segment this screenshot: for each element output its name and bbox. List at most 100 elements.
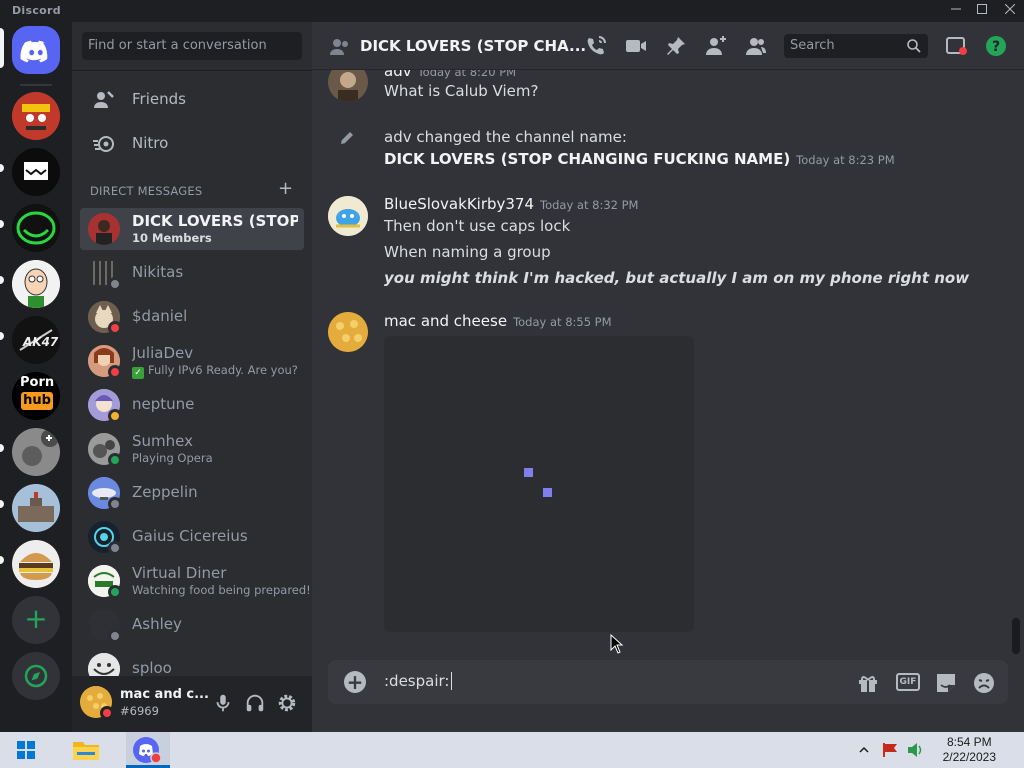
nitro-icon: [93, 136, 114, 152]
group-dm-icon: [330, 39, 348, 55]
dm-item-neptune[interactable]: neptune: [80, 384, 304, 426]
search-input[interactable]: Search: [784, 34, 928, 58]
maximize-button[interactable]: [968, 0, 996, 22]
close-button[interactable]: [996, 0, 1024, 22]
message-author[interactable]: adv Today at 8:20 PM: [384, 70, 516, 80]
status-offline-indicator: [108, 541, 122, 555]
volume-icon[interactable]: [906, 742, 924, 758]
user-tag: #6969: [120, 704, 159, 718]
message-input[interactable]: :despair:: [384, 672, 453, 690]
file-explorer-button[interactable]: [64, 732, 108, 768]
message-scrollbar[interactable]: [1012, 618, 1020, 654]
server-icon-7[interactable]: [12, 428, 60, 476]
server-icon-6[interactable]: Porn hub: [12, 372, 60, 420]
loading-spinner-dot: [543, 488, 552, 497]
minimize-button[interactable]: [942, 0, 970, 22]
dm-item-ashley[interactable]: Ashley: [80, 604, 304, 646]
dm-name: Ashley: [132, 615, 182, 633]
friends-icon: [94, 91, 114, 108]
channel-title[interactable]: DICK LOVERS (STOP CHA...: [360, 37, 586, 55]
nitro-nav-item[interactable]: Nitro: [80, 122, 304, 164]
emoji-button[interactable]: [972, 671, 996, 695]
add-server-button[interactable]: +: [12, 596, 60, 644]
sticker-button[interactable]: [934, 671, 958, 695]
gift-icon: [859, 676, 877, 692]
help-icon: ?: [986, 36, 1006, 56]
inbox-icon: [946, 37, 967, 55]
unread-indicator: [0, 500, 4, 508]
video-call-button[interactable]: [624, 34, 648, 58]
direct-messages-header: DIRECT MESSAGES: [90, 184, 203, 198]
dm-name: JuliaDev: [132, 344, 194, 362]
inbox-button[interactable]: [944, 34, 968, 58]
dm-item-daniel[interactable]: $daniel: [80, 296, 304, 338]
dm-item-virtual-diner[interactable]: Virtual Diner Watching food being prepar…: [80, 560, 311, 602]
dm-item-juliadev[interactable]: JuliaDev ✓ Fully IPv6 Ready. Are you?: [80, 340, 304, 382]
explore-servers-button[interactable]: [12, 652, 60, 700]
friends-nav-item[interactable]: Friends: [80, 78, 304, 120]
discord-taskbar-icon: [133, 737, 162, 764]
upload-button[interactable]: +: [344, 671, 366, 693]
home-button[interactable]: [12, 26, 60, 74]
help-button[interactable]: ?: [984, 34, 1008, 58]
server-icon-9[interactable]: [12, 540, 60, 588]
unread-indicator: [0, 276, 4, 284]
message-author[interactable]: BlueSlovakKirby374 Today at 8:32 PM: [384, 195, 638, 213]
avatar[interactable]: [328, 312, 368, 352]
dm-name: Zeppelin: [132, 483, 198, 501]
gif-button[interactable]: GIF: [896, 673, 920, 691]
message-timestamp: Today at 8:32 PM: [540, 198, 639, 212]
status-dnd-indicator: [108, 321, 122, 335]
server-icon-8[interactable]: [12, 484, 60, 532]
dm-item-nikitas[interactable]: Nikitas: [80, 252, 304, 294]
server-icon-2[interactable]: [12, 148, 60, 196]
server-icon-3[interactable]: [12, 204, 60, 252]
status-online-indicator: [108, 585, 122, 599]
discord-taskbar-button[interactable]: [126, 732, 170, 768]
message-content: What is Calub Viem?: [384, 82, 539, 100]
start-button[interactable]: [4, 732, 48, 768]
image-attachment-placeholder[interactable]: [384, 336, 694, 632]
discord-tray-flag-icon[interactable]: [882, 742, 900, 758]
voice-call-button[interactable]: [584, 34, 608, 58]
member-list-button[interactable]: [744, 34, 768, 58]
emoji-icon: [974, 673, 994, 693]
dm-item-zeppelin[interactable]: Zeppelin: [80, 472, 304, 514]
dm-name: $daniel: [132, 307, 188, 325]
server-icon-1[interactable]: [12, 92, 60, 140]
chat-area: DICK LOVERS (STOP CHA... Search ? adv To…: [312, 22, 1024, 732]
selected-indicator: [0, 28, 4, 68]
message-author[interactable]: mac and cheese Today at 8:55 PM: [384, 312, 612, 330]
dm-item-gaius[interactable]: Gaius Cicereius: [80, 516, 304, 558]
svg-text:?: ?: [992, 39, 1000, 55]
add-friends-button[interactable]: [704, 34, 728, 58]
message-timestamp: Today at 8:20 PM: [417, 70, 517, 79]
user-settings-button[interactable]: [276, 692, 298, 714]
server-icon-4[interactable]: [12, 260, 60, 308]
svg-text:AK47: AK47: [22, 335, 59, 349]
settings-gear-icon: [278, 694, 296, 712]
plus-icon: +: [346, 670, 364, 694]
message-content: Then don't use caps lock: [384, 217, 571, 235]
dm-name: Sumhex: [132, 432, 193, 450]
mute-button[interactable]: [212, 692, 234, 714]
find-conversation-button[interactable]: Find or start a conversation: [82, 32, 302, 60]
grey-photo-icon: [12, 428, 60, 476]
server-icon-5[interactable]: AK47: [12, 316, 60, 364]
avatar[interactable]: [328, 70, 368, 102]
system-clock[interactable]: 8:54 PM 2/22/2023: [943, 735, 996, 765]
deafen-button[interactable]: [244, 692, 266, 714]
avatar[interactable]: [328, 196, 368, 236]
gif-icon: GIF: [899, 677, 917, 687]
pinned-messages-button[interactable]: [664, 34, 688, 58]
chevron-up-icon[interactable]: [858, 744, 870, 756]
rail-divider: [20, 84, 52, 86]
dm-subtext: ✓ Fully IPv6 Ready. Are you?: [132, 363, 298, 379]
dm-subtext: Playing Opera: [132, 451, 213, 465]
dm-name: DICK LOVERS (STOP ...: [132, 212, 298, 230]
status-dnd-indicator: [108, 365, 122, 379]
dm-item-group[interactable]: DICK LOVERS (STOP ... 10 Members: [80, 208, 304, 250]
dm-item-sumhex[interactable]: Sumhex Playing Opera: [80, 428, 304, 470]
create-dm-button[interactable]: +: [278, 178, 293, 199]
gift-button[interactable]: [856, 671, 880, 695]
